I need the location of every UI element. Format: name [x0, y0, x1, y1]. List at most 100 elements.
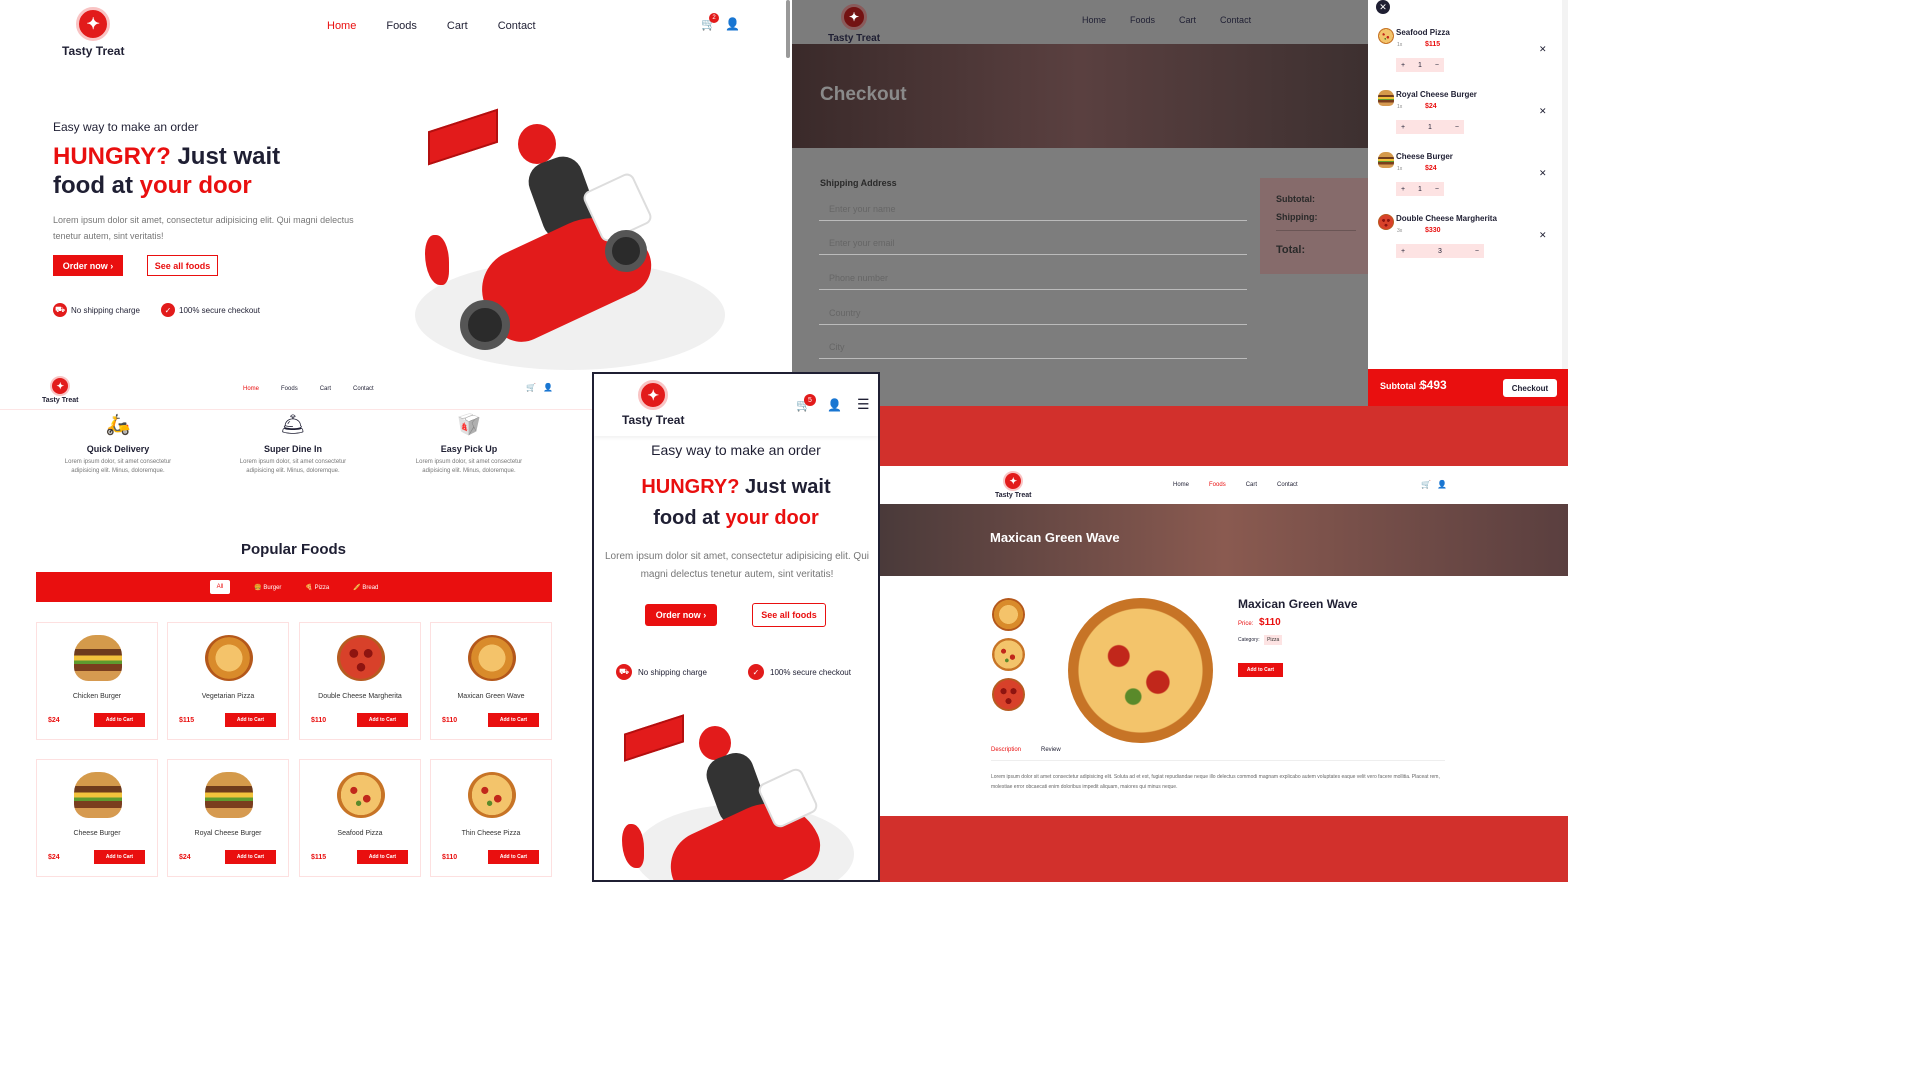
cart-icon[interactable]: 🛒: [526, 383, 536, 392]
nav-home[interactable]: Home: [1173, 482, 1189, 488]
nav-contact[interactable]: Contact: [1277, 482, 1298, 488]
product-price-row: Price: $110: [1238, 617, 1281, 628]
add-to-cart-button[interactable]: Add to Cart: [488, 713, 539, 727]
remove-item-icon[interactable]: ✕: [1539, 44, 1547, 55]
mobile-feature-no-shipping-label: No shipping charge: [638, 667, 707, 677]
food-card[interactable]: Chicken Burger $24 Add to Cart: [36, 622, 158, 740]
drawer-scrollbar[interactable]: [1562, 0, 1568, 370]
service-title: Easy Pick Up: [440, 444, 498, 454]
decrease-qty-button[interactable]: −: [1475, 248, 1479, 255]
filter-pizza[interactable]: 🍕 Pizza: [305, 584, 329, 591]
increase-qty-button[interactable]: +: [1401, 248, 1405, 255]
city-field[interactable]: City: [819, 342, 1247, 359]
country-field[interactable]: Country: [819, 308, 1247, 325]
filter-bread[interactable]: 🥖 Bread: [353, 584, 378, 591]
nav-cart[interactable]: Cart: [1179, 15, 1196, 25]
food-card[interactable]: Seafood Pizza $115 Add to Cart: [299, 759, 421, 877]
nav-foods[interactable]: Foods: [1130, 15, 1155, 25]
add-to-cart-button[interactable]: Add to Cart: [94, 713, 145, 727]
increase-qty-button[interactable]: +: [1401, 62, 1405, 69]
filter-all[interactable]: All: [209, 580, 231, 594]
decrease-qty-button[interactable]: −: [1435, 186, 1439, 193]
brand-logo[interactable]: ✦ Tasty Treat: [62, 7, 124, 58]
nav-foods[interactable]: Foods: [281, 386, 298, 392]
logo-icon: ✦: [76, 7, 111, 41]
product-thumb-2[interactable]: [992, 638, 1025, 671]
hero-scrollbar[interactable]: [786, 0, 790, 58]
cart-icon[interactable]: 🛒 2: [701, 13, 719, 31]
close-drawer-button[interactable]: ✕: [1376, 0, 1390, 14]
food-card[interactable]: Double Cheese Margherita $110 Add to Cart: [299, 622, 421, 740]
delivery-rider-illustration: [410, 108, 730, 372]
feature-no-shipping: ⛟ No shipping charge: [53, 303, 140, 317]
food-name: Cheese Burger: [73, 830, 121, 837]
food-card[interactable]: Vegetarian Pizza $115 Add to Cart: [167, 622, 289, 740]
mobile-brand-logo[interactable]: ✦ Tasty Treat: [622, 380, 684, 427]
add-to-cart-button[interactable]: Add to Cart: [225, 850, 276, 864]
popular-brand-logo[interactable]: ✦ Tasty Treat: [42, 376, 78, 404]
tab-review[interactable]: Review: [1041, 747, 1061, 753]
product-thumb-1[interactable]: [992, 598, 1025, 631]
see-all-foods-button[interactable]: See all foods: [147, 255, 218, 276]
increase-qty-button[interactable]: +: [1401, 186, 1405, 193]
food-image: [205, 635, 253, 681]
product-thumb-3[interactable]: [992, 678, 1025, 711]
nav-foods[interactable]: Foods: [386, 20, 417, 32]
remove-item-icon[interactable]: ✕: [1539, 230, 1547, 241]
product-brand-logo[interactable]: ✦ Tasty Treat: [995, 471, 1031, 499]
checkout-button[interactable]: Checkout: [1503, 379, 1557, 397]
mobile-user-icon[interactable]: 👤: [827, 398, 842, 412]
mobile-see-all-foods-button[interactable]: See all foods: [752, 603, 826, 627]
add-to-cart-button[interactable]: Add to Cart: [225, 713, 276, 727]
cart-icon[interactable]: 🛒: [1421, 480, 1431, 489]
hamburger-menu-icon[interactable]: ☰: [857, 396, 870, 413]
user-icon[interactable]: 👤: [543, 383, 553, 392]
nav-contact[interactable]: Contact: [353, 386, 374, 392]
user-icon[interactable]: 👤: [725, 17, 740, 31]
add-to-cart-button[interactable]: Add to Cart: [488, 850, 539, 864]
total-label: Total:: [1276, 244, 1306, 256]
remove-item-icon[interactable]: ✕: [1539, 106, 1547, 117]
name-field[interactable]: Enter your name: [819, 204, 1247, 221]
mobile-hero-hungry: HUNGRY?: [641, 476, 740, 498]
add-to-cart-button[interactable]: Add to Cart: [357, 850, 408, 864]
checkout-brand-logo[interactable]: ✦ Tasty Treat: [828, 4, 880, 44]
food-card[interactable]: Cheese Burger $24 Add to Cart: [36, 759, 158, 877]
phone-field[interactable]: Phone number: [819, 273, 1247, 290]
food-image: [337, 635, 385, 681]
email-field[interactable]: Enter your email: [819, 238, 1247, 255]
nav-home[interactable]: Home: [327, 20, 356, 32]
mobile-header: ✦ Tasty Treat 🛒 5 👤 ☰: [594, 374, 878, 436]
nav-home[interactable]: Home: [1082, 15, 1106, 25]
increase-qty-button[interactable]: +: [1401, 124, 1405, 131]
filter-burger[interactable]: 🍔 Burger: [254, 584, 281, 591]
nav-cart[interactable]: Cart: [447, 20, 468, 32]
mobile-cart-icon[interactable]: 🛒 5: [796, 394, 816, 412]
add-to-cart-button[interactable]: Add to Cart: [357, 713, 408, 727]
nav-cart[interactable]: Cart: [320, 386, 331, 392]
checkout-title: Checkout: [820, 84, 907, 105]
decrease-qty-button[interactable]: −: [1435, 62, 1439, 69]
mobile-hero-description: Lorem ipsum dolor sit amet, consectetur …: [604, 551, 869, 580]
user-icon[interactable]: 👤: [1437, 480, 1447, 489]
filter-pizza-label: Pizza: [314, 584, 330, 591]
food-card[interactable]: Thin Cheese Pizza $110 Add to Cart: [430, 759, 552, 877]
nav-contact[interactable]: Contact: [1220, 15, 1251, 25]
cart-item-name: Double Cheese Margherita: [1396, 214, 1497, 223]
food-card[interactable]: Royal Cheese Burger $24 Add to Cart: [167, 759, 289, 877]
tab-description[interactable]: Description: [991, 747, 1021, 753]
remove-item-icon[interactable]: ✕: [1539, 168, 1547, 179]
product-add-to-cart-button[interactable]: Add to Cart: [1238, 663, 1283, 677]
cart-item-stepper: +1 −: [1396, 182, 1444, 196]
order-now-button[interactable]: Order now ›: [53, 255, 123, 276]
nav-foods[interactable]: Foods: [1209, 482, 1226, 488]
nav-cart[interactable]: Cart: [1246, 482, 1257, 488]
product-category-label: Category:: [1238, 637, 1260, 643]
food-card[interactable]: Maxican Green Wave $110 Add to Cart: [430, 622, 552, 740]
add-to-cart-button[interactable]: Add to Cart: [94, 850, 145, 864]
decrease-qty-button[interactable]: −: [1455, 124, 1459, 131]
popular-header: ✦ Tasty Treat Home Foods Cart Contact 🛒 …: [0, 372, 592, 410]
nav-home[interactable]: Home: [243, 386, 259, 392]
mobile-order-now-button[interactable]: Order now ›: [645, 604, 717, 626]
nav-contact[interactable]: Contact: [498, 20, 536, 32]
